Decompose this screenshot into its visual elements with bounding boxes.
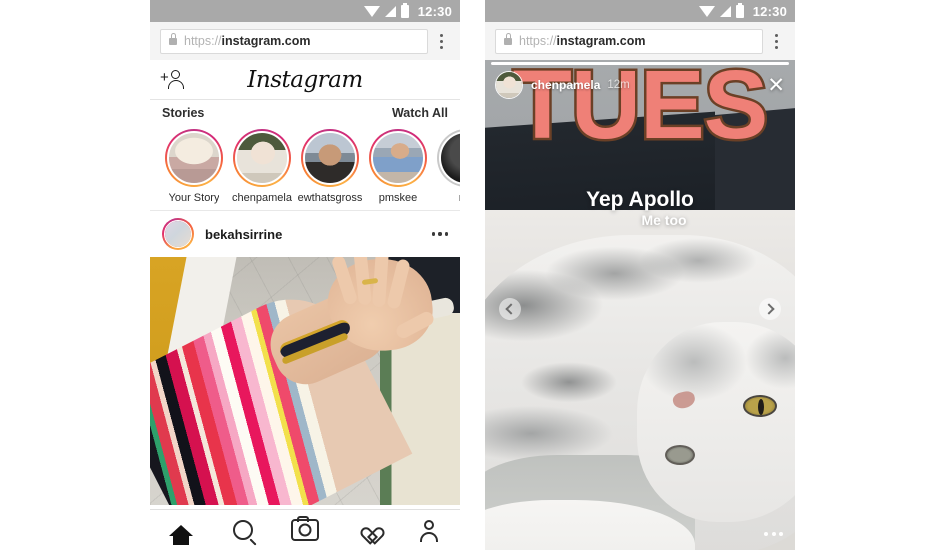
story-progress-bar bbox=[485, 62, 795, 65]
watch-all-button[interactable]: Watch All bbox=[392, 106, 448, 120]
story-ring-seen bbox=[437, 129, 460, 187]
post-avatar-image bbox=[164, 220, 192, 248]
person-body-shape bbox=[168, 79, 184, 89]
person-head-shape bbox=[171, 69, 180, 79]
story-username: Your Story bbox=[168, 192, 220, 204]
add-person-icon[interactable]: + bbox=[160, 69, 188, 91]
story-author-avatar[interactable] bbox=[495, 71, 523, 99]
story-progress-segment bbox=[491, 62, 789, 65]
stories-header: Stories Watch All bbox=[150, 100, 460, 125]
tab-camera[interactable] bbox=[283, 515, 327, 545]
status-bar-clock: 12:30 bbox=[752, 3, 787, 19]
more-options-icon[interactable] bbox=[431, 232, 448, 236]
cat-eye bbox=[743, 395, 777, 417]
screenshot-stage: 12:30 https://instagram.com + Instagram … bbox=[0, 0, 950, 550]
stories-strip[interactable]: Your Story chenpamela ewthatsgross pmske… bbox=[150, 125, 460, 211]
status-bar: 12:30 bbox=[150, 0, 460, 22]
search-icon bbox=[233, 520, 253, 540]
story-ring bbox=[301, 129, 359, 187]
post-photo[interactable] bbox=[150, 257, 460, 505]
url-scheme: https:// bbox=[184, 34, 222, 48]
url-host: instagram.com bbox=[221, 34, 311, 48]
story-avatar bbox=[441, 133, 460, 183]
story-ring bbox=[165, 129, 223, 187]
more-options-icon[interactable] bbox=[764, 532, 783, 536]
story-avatar bbox=[305, 133, 355, 183]
tab-profile[interactable] bbox=[407, 515, 451, 545]
tab-activity[interactable] bbox=[345, 515, 389, 545]
story-username: ewthatsgross bbox=[297, 192, 363, 204]
status-bar-icons: 12:30 bbox=[698, 2, 787, 19]
chevron-left-icon[interactable] bbox=[499, 298, 521, 320]
instagram-wordmark: Instagram bbox=[247, 66, 363, 93]
left-phone-screen: 12:30 https://instagram.com + Instagram … bbox=[150, 0, 460, 550]
battery-icon bbox=[400, 2, 409, 18]
story-item-mo[interactable]: mo bbox=[432, 129, 460, 204]
story-avatar bbox=[373, 133, 423, 183]
post-username[interactable]: bekahsirrine bbox=[205, 227, 432, 242]
camera-icon bbox=[291, 516, 319, 541]
status-bar-clock: 12:30 bbox=[417, 3, 452, 19]
wifi-icon bbox=[363, 5, 380, 17]
story-avatar bbox=[237, 133, 287, 183]
post-avatar[interactable] bbox=[162, 218, 194, 250]
story-username: mo bbox=[458, 192, 460, 204]
story-overlay-line2: Me too bbox=[641, 212, 687, 228]
browser-toolbar: https://instagram.com bbox=[485, 22, 795, 60]
story-item-ewthatsgross[interactable]: ewthatsgross bbox=[296, 129, 364, 204]
signal-icon bbox=[384, 5, 396, 17]
story-item-chenpamela[interactable]: chenpamela bbox=[228, 129, 296, 204]
right-phone-screen: 12:30 https://instagram.com TUES Yep Apo… bbox=[485, 0, 795, 550]
address-bar[interactable]: https://instagram.com bbox=[495, 28, 763, 54]
chevron-right-icon[interactable] bbox=[759, 298, 781, 320]
address-bar[interactable]: https://instagram.com bbox=[160, 28, 428, 54]
story-ring bbox=[369, 129, 427, 187]
story-item-your-story[interactable]: Your Story bbox=[160, 129, 228, 204]
tab-home[interactable] bbox=[159, 515, 203, 545]
kebab-menu-icon[interactable] bbox=[428, 33, 454, 49]
story-ring bbox=[233, 129, 291, 187]
post-header: bekahsirrine bbox=[150, 211, 460, 257]
stories-label: Stories bbox=[162, 105, 205, 120]
url-text: https://instagram.com bbox=[519, 34, 645, 48]
story-header: chenpamela 12m ✕ bbox=[485, 68, 795, 102]
instagram-top-bar: + Instagram bbox=[150, 60, 460, 100]
bottom-tab-bar bbox=[150, 509, 460, 550]
plus-glyph: + bbox=[160, 68, 169, 86]
url-text: https://instagram.com bbox=[184, 34, 310, 48]
signal-icon bbox=[719, 5, 731, 17]
close-icon[interactable]: ✕ bbox=[767, 75, 785, 96]
status-bar: 12:30 bbox=[485, 0, 795, 22]
battery-icon bbox=[735, 2, 744, 18]
status-bar-icons: 12:30 bbox=[363, 2, 452, 19]
wifi-icon bbox=[698, 5, 715, 17]
profile-icon bbox=[418, 520, 440, 542]
story-username: chenpamela bbox=[232, 192, 292, 204]
story-avatar bbox=[169, 133, 219, 183]
lock-icon bbox=[504, 32, 512, 45]
kebab-menu-icon[interactable] bbox=[763, 33, 789, 49]
story-username: pmskee bbox=[378, 192, 418, 204]
cat-head bbox=[637, 322, 795, 522]
tab-search[interactable] bbox=[221, 515, 265, 545]
browser-toolbar: https://instagram.com bbox=[150, 22, 460, 60]
lock-icon bbox=[169, 32, 177, 45]
story-overlay-line1: Yep Apollo bbox=[586, 188, 694, 211]
heart-icon bbox=[356, 520, 378, 540]
story-viewer[interactable]: TUES Yep Apollo Me too chenpamela 12m ✕ bbox=[485, 60, 795, 550]
url-host: instagram.com bbox=[556, 34, 646, 48]
cat-eye-second bbox=[665, 445, 695, 465]
url-scheme: https:// bbox=[519, 34, 557, 48]
story-author-username[interactable]: chenpamela bbox=[531, 78, 600, 92]
home-icon bbox=[169, 524, 193, 545]
story-item-pmskee[interactable]: pmskee bbox=[364, 129, 432, 204]
story-timestamp: 12m bbox=[607, 79, 630, 91]
